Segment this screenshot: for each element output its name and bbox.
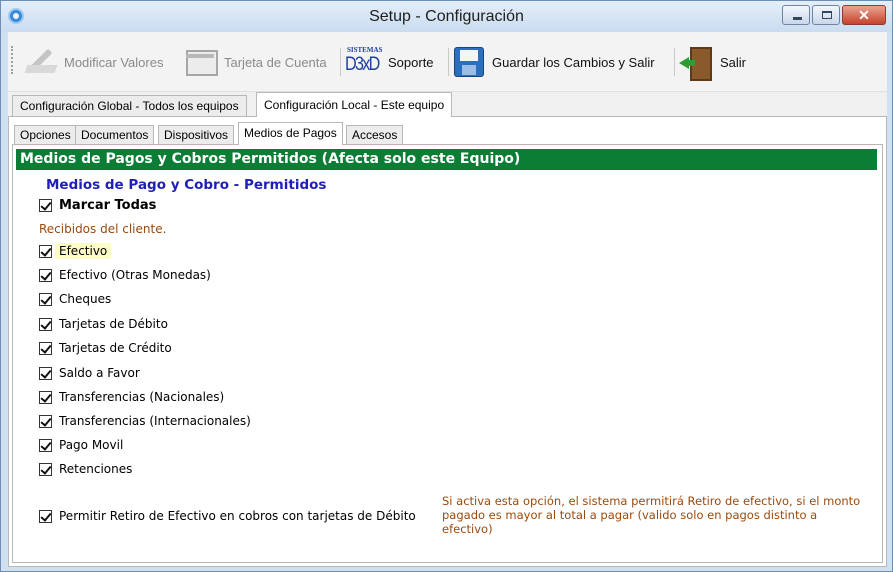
tab-opciones[interactable]: Opciones [14,125,77,144]
received-from-client-text: Recibidos del cliente. [39,222,167,236]
maximize-icon [822,11,832,19]
checkbox-box[interactable] [39,414,52,428]
support-logo-main: D3xD [345,54,380,75]
tab-global-config[interactable]: Configuración Global - Todos los equipos [12,95,247,116]
save-disk-icon [454,47,484,77]
toolbar-separator [674,48,675,76]
method-checkbox-otras-monedas[interactable]: Efectivo (Otras Monedas) [39,266,211,284]
tab-medios-de-pagos[interactable]: Medios de Pagos [238,122,343,145]
method-checkbox-retenciones[interactable]: Retenciones [39,460,132,478]
account-card-button[interactable]: Tarjeta de Cuenta [184,46,327,78]
method-label: Efectivo [55,243,112,259]
maximize-button[interactable] [812,5,840,25]
toolbar-grip[interactable] [11,46,14,74]
method-label: Cheques [59,292,112,306]
method-label: Tarjetas de Débito [59,317,168,331]
method-label: Tarjetas de Crédito [59,341,172,355]
checkbox-box[interactable] [39,198,52,212]
mark-all-checkbox[interactable]: Marcar Todas [39,196,156,214]
edit-icon [24,47,58,77]
checkbox-box[interactable] [39,244,52,258]
method-checkbox-debito[interactable]: Tarjetas de Débito [39,315,168,333]
tab-local-config[interactable]: Configuración Local - Este equipo [256,92,453,117]
support-button[interactable]: SISTEMAS D3xD Soporte [344,46,434,78]
section-title: Medios de Pago y Cobro - Permitidos [46,177,327,193]
inner-tab-strip: Opciones Documentos Dispositivos Medios … [12,122,882,145]
title-bar[interactable]: Setup - Configuración ✕ [1,1,892,32]
exit-label: Salir [720,54,747,70]
method-checkbox-credito[interactable]: Tarjetas de Crédito [39,339,172,357]
tab-accesos[interactable]: Accesos [346,125,404,144]
toolbar-separator [448,48,449,76]
save-and-exit-label: Guardar los Cambios y Salir [492,54,655,70]
panel-header: Medios de Pagos y Cobros Permitidos (Afe… [16,149,877,170]
method-label: Retenciones [59,462,133,476]
tab-documentos[interactable]: Documentos [75,125,155,144]
cash-withdrawal-note: Si activa esta opción, el sistema permit… [442,494,861,536]
method-label: Pago Movil [59,438,124,452]
toolbar: Modificar Valores Tarjeta de Cuenta SIST… [8,32,887,92]
client-area: Modificar Valores Tarjeta de Cuenta SIST… [8,32,887,567]
close-icon: ✕ [858,7,870,23]
support-label: Soporte [388,54,434,70]
window-title: Setup - Configuración [369,8,524,25]
save-and-exit-button[interactable]: Guardar los Cambios y Salir [454,46,655,78]
method-label: Saldo a Favor [59,366,140,380]
method-checkbox-pago-movil[interactable]: Pago Movil [39,436,123,454]
method-checkbox-transf-internacionales[interactable]: Transferencias (Internacionales) [39,412,251,430]
checkbox-box[interactable] [39,317,52,331]
allow-cash-withdrawal-checkbox[interactable]: Permitir Retiro de Efectivo en cobros co… [39,507,416,525]
payment-methods-panel: Medios de Pagos y Cobros Permitidos (Afe… [12,144,883,563]
close-button[interactable]: ✕ [842,5,886,25]
checkbox-box[interactable] [39,509,52,523]
checkbox-box[interactable] [39,366,52,380]
method-checkbox-efectivo[interactable]: Efectivo [39,242,112,260]
method-checkbox-transf-nacionales[interactable]: Transferencias (Nacionales) [39,388,224,406]
method-label: Efectivo (Otras Monedas) [59,268,211,282]
card-icon [184,48,218,76]
checkbox-box[interactable] [39,341,52,355]
modify-values-label: Modificar Valores [64,54,164,70]
method-label: Transferencias (Nacionales) [59,390,225,404]
exit-door-icon [678,45,712,81]
modify-values-button[interactable]: Modificar Valores [24,46,163,78]
checkbox-box[interactable] [39,292,52,306]
allow-cash-withdrawal-label: Permitir Retiro de Efectivo en cobros co… [59,509,416,523]
checkbox-box[interactable] [39,268,52,282]
method-label: Transferencias (Internacionales) [59,414,251,428]
checkbox-box[interactable] [39,438,52,452]
setup-window: Setup - Configuración ✕ Modificar Valore… [0,0,893,572]
minimize-icon [793,17,802,20]
method-checkbox-saldo-a-favor[interactable]: Saldo a Favor [39,364,140,382]
outer-tab-strip: Configuración Global - Todos los equipos… [8,92,887,117]
tab-dispositivos[interactable]: Dispositivos [158,125,235,144]
mark-all-label: Marcar Todas [59,197,157,213]
support-logo-icon: SISTEMAS D3xD [344,46,384,78]
account-card-label: Tarjeta de Cuenta [224,54,327,70]
minimize-button[interactable] [782,5,810,25]
exit-button[interactable]: Salir [678,45,747,81]
checkbox-box[interactable] [39,462,52,476]
toolbar-separator [340,48,341,76]
support-logo-top: SISTEMAS [347,46,383,54]
checkbox-box[interactable] [39,390,52,404]
local-config-panel: Opciones Documentos Dispositivos Medios … [8,116,887,567]
method-checkbox-cheques[interactable]: Cheques [39,290,111,308]
